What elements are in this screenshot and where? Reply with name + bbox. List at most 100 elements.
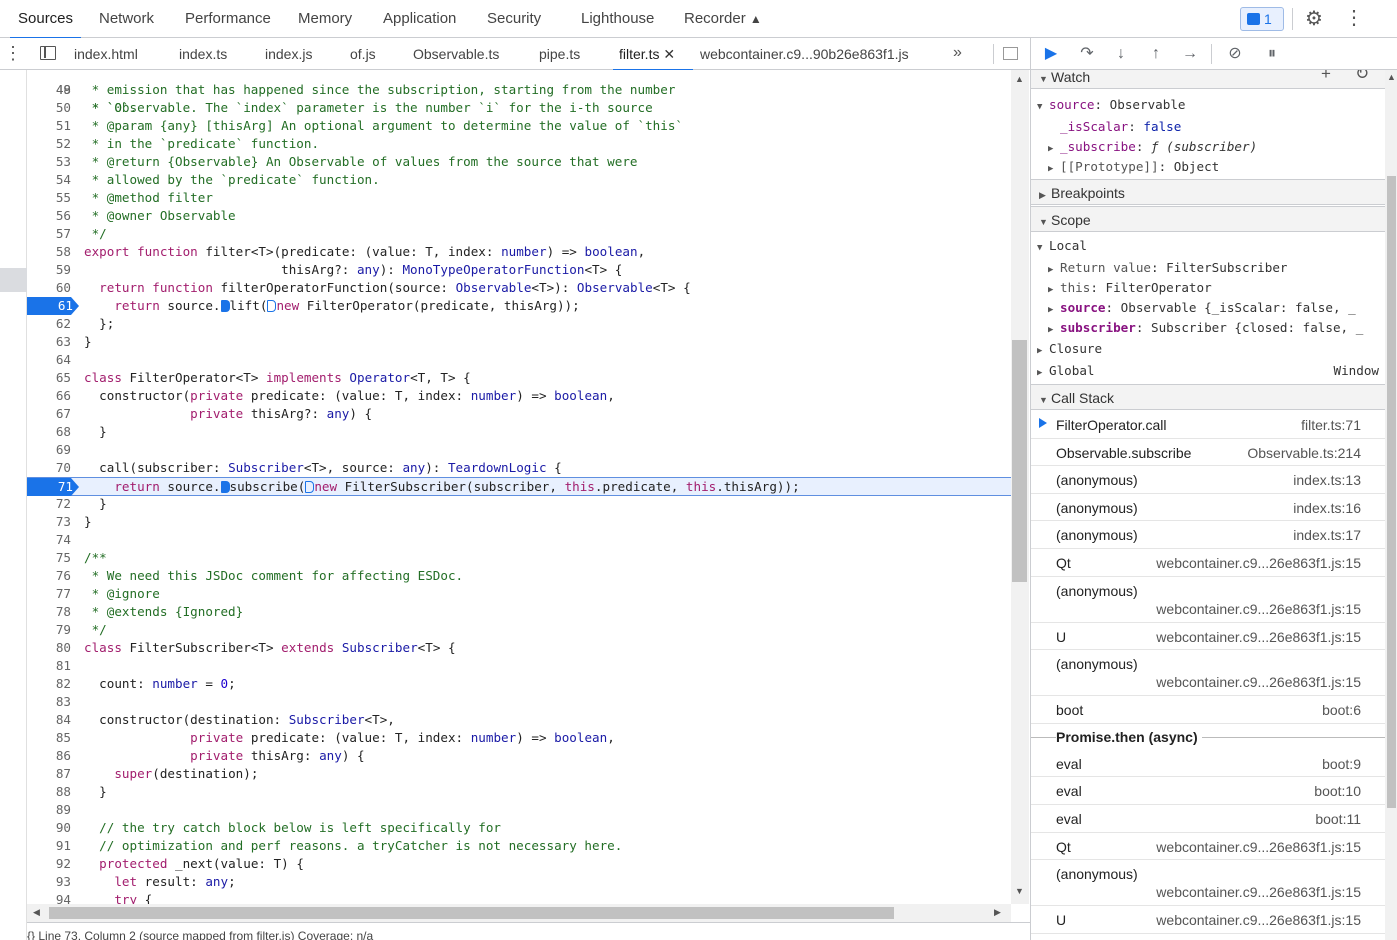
deactivate-breakpoints-icon[interactable]: ⊘ (1223, 42, 1247, 66)
watch-property[interactable]: _isScalar: false (1031, 117, 1385, 137)
scroll-up-icon[interactable]: ▲ (1015, 74, 1024, 84)
line-number[interactable]: 80 (27, 639, 74, 657)
line-number[interactable]: 57 (27, 225, 74, 243)
call-frame[interactable]: Uwebcontainer.c9...26e863f1.js:15 (1031, 623, 1385, 651)
step-out-icon[interactable]: ↑ (1144, 42, 1168, 66)
inline-breakpoint-marker[interactable] (305, 481, 315, 493)
tab-network[interactable]: Network (99, 0, 154, 38)
line-number[interactable]: 86 (27, 747, 74, 765)
line-number[interactable]: 90 (27, 819, 74, 837)
callstack-header[interactable]: ▼ Call Stack (1031, 384, 1385, 410)
line-number[interactable]: 91 (27, 837, 74, 855)
call-frame[interactable]: (anonymous) webcontainer.c9...26e863f1.js… (1031, 650, 1385, 697)
line-number[interactable]: 83 (27, 693, 74, 711)
line-number[interactable]: 60 (27, 279, 74, 297)
file-tab[interactable]: index.ts (179, 38, 227, 70)
tab-memory[interactable]: Memory (298, 0, 352, 38)
line-number[interactable]: 88 (27, 783, 74, 801)
frame-location[interactable]: index.ts:17 (1293, 527, 1361, 543)
sidebar-scrollbar[interactable]: ▲ (1385, 70, 1397, 940)
pause-on-exceptions-icon[interactable]: ⏸ (1260, 42, 1284, 66)
frame-location[interactable]: webcontainer.c9...26e863f1.js:15 (1156, 601, 1361, 617)
toggle-debugger-icon[interactable] (1003, 47, 1018, 60)
frame-location[interactable]: boot:11 (1315, 811, 1361, 827)
scope-header[interactable]: ▼ Scope (1031, 206, 1385, 232)
call-frame[interactable]: (anonymous) index.ts:13 (1031, 466, 1385, 494)
scroll-up-icon[interactable]: ▲ (1387, 72, 1396, 82)
more-tabs-icon[interactable]: ⋮ (4, 38, 22, 68)
scope-variable[interactable]: ▶ source: Observable {_isScalar: false, _ (1031, 298, 1385, 318)
call-frame[interactable]: (anonymous) index.ts:17 (1031, 521, 1385, 549)
line-number[interactable]: 78 (27, 603, 74, 621)
call-frame[interactable]: Observable.subscribe Observable.ts:214 (1031, 439, 1385, 467)
line-number[interactable]: 79 (27, 621, 74, 639)
call-frame[interactable]: (anonymous) webcontainer.c9...26e863f1.js… (1031, 860, 1385, 907)
scrollbar-thumb[interactable] (1012, 340, 1027, 582)
scope-variable[interactable]: ▶ Return value: FilterSubscriber (1031, 258, 1385, 278)
tab-sources[interactable]: Sources (9, 0, 82, 39)
line-number[interactable]: 59 (27, 261, 74, 279)
call-frame[interactable]: (anonymous) webcontainer.c9...26e863f1.js… (1031, 577, 1385, 623)
call-frame[interactable]: Qt webcontainer.c9...26e863f1.js:15 (1031, 549, 1385, 577)
frame-location[interactable]: index.ts:16 (1293, 500, 1361, 516)
pause-location-marker[interactable] (220, 481, 230, 493)
scope-variable[interactable]: ▶ this: FilterOperator (1031, 278, 1385, 298)
scrollbar-thumb[interactable] (49, 907, 894, 919)
file-tab[interactable]: index.js (265, 38, 312, 70)
tab-performance[interactable]: Performance (185, 0, 271, 38)
close-icon[interactable]: ✕ (663, 46, 675, 62)
frame-location[interactable]: index.ts:13 (1293, 472, 1361, 488)
watch-property[interactable]: ▶ [[Prototype]]: Object (1031, 157, 1385, 177)
frame-location[interactable]: Observable.ts:214 (1247, 445, 1361, 461)
breakpoint-line-number[interactable]: 71 (27, 478, 79, 496)
call-frame[interactable]: Uwebcontainer.c9...26e863f1.js:15 (1031, 906, 1385, 934)
line-number[interactable]: 82 (27, 675, 74, 693)
line-number[interactable]: 77 (27, 585, 74, 603)
frame-location[interactable]: boot:6 (1322, 702, 1361, 718)
more-options-icon[interactable]: ⋮ (1344, 7, 1364, 29)
line-number[interactable]: 63 (27, 333, 74, 351)
scroll-right-icon[interactable]: ▶ (994, 907, 1001, 918)
line-number[interactable]: 49 (27, 81, 74, 99)
call-frame[interactable]: Qt webcontainer.c9...26e863f1.js:15 (1031, 833, 1385, 861)
line-number[interactable]: 85 (27, 729, 74, 747)
step-icon[interactable]: → (1178, 42, 1202, 66)
call-frame[interactable]: eval boot:9 (1031, 750, 1385, 778)
frame-location[interactable]: boot:10 (1314, 783, 1361, 799)
scroll-down-icon[interactable]: ▼ (1015, 886, 1024, 896)
file-tab[interactable]: index.html (74, 38, 138, 70)
frame-location[interactable]: webcontainer.c9...26e863f1.js:15 (1156, 629, 1361, 645)
scope-local[interactable]: ▼ Local (1031, 236, 1385, 256)
watch-header[interactable]: ▼ Watch + ↻ (1031, 70, 1385, 89)
frame-location[interactable]: filter.ts:71 (1301, 417, 1361, 433)
line-number[interactable]: 56 (27, 207, 74, 225)
line-number[interactable]: 87 (27, 765, 74, 783)
code-editor[interactable]: 48 * `Observable. The `index` parameter … (27, 70, 1013, 904)
file-tab[interactable]: webcontainer.c9...90b26e863f1.js (700, 38, 909, 70)
line-number[interactable]: 68 (27, 423, 74, 441)
tab-recorder[interactable]: Recorder ▲ (684, 0, 762, 38)
file-tab[interactable]: of.js (350, 38, 376, 70)
call-frame[interactable]: (anonymous) index.ts:16 (1031, 494, 1385, 522)
editor-vertical-scrollbar[interactable]: ▲ ▼ (1011, 70, 1029, 904)
frame-location[interactable]: webcontainer.c9...26e863f1.js:15 (1156, 912, 1361, 928)
scope-global[interactable]: ▶ Global Window (1031, 361, 1385, 381)
line-number[interactable]: 50 (27, 99, 74, 117)
line-number[interactable]: 54 (27, 171, 74, 189)
tab-application[interactable]: Application (383, 0, 456, 38)
line-number[interactable]: 89 (27, 801, 74, 819)
line-number[interactable]: 72 (27, 495, 74, 513)
step-over-icon[interactable]: ↷ (1075, 42, 1099, 66)
step-into-icon[interactable]: ↓ (1109, 42, 1133, 66)
scope-closure[interactable]: ▶ Closure (1031, 339, 1385, 359)
add-icon[interactable]: + (1321, 70, 1331, 84)
line-number[interactable]: 94 (27, 891, 74, 904)
breakpoints-header[interactable]: ▶ Breakpoints (1031, 179, 1385, 205)
frame-location[interactable]: boot:9 (1322, 756, 1361, 772)
frame-location[interactable]: webcontainer.c9...26e863f1.js:15 (1156, 555, 1361, 571)
pause-location-marker[interactable] (220, 300, 230, 312)
frame-location[interactable]: webcontainer.c9...26e863f1.js:15 (1156, 839, 1361, 855)
line-number[interactable]: 65 (27, 369, 74, 387)
line-number[interactable]: 62 (27, 315, 74, 333)
call-frame-active[interactable]: FilterOperator.call filter.ts:71 (1031, 411, 1385, 439)
